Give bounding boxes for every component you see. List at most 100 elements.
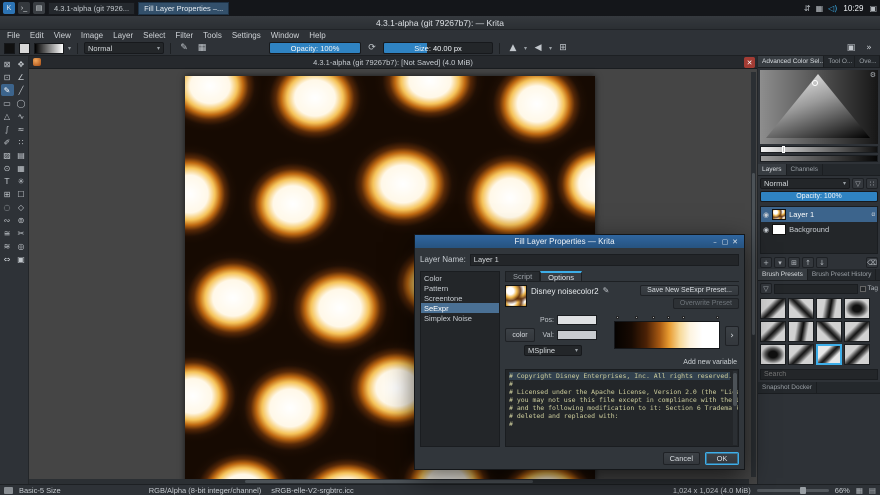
selection-display-icon[interactable]: ▦ [856, 486, 863, 495]
add-layer-icon[interactable]: + [760, 257, 772, 268]
tool-multibrush[interactable]: ∷ [15, 136, 28, 148]
layer-row-background[interactable]: ◉ Background [761, 222, 877, 237]
network-icon[interactable]: ⇵ [804, 4, 811, 13]
tool-select-contiguous[interactable]: ⊚ [15, 214, 28, 226]
menu-window[interactable]: Window [266, 31, 304, 40]
mirror-horizontal-icon[interactable]: ▲ [506, 42, 520, 54]
menu-select[interactable]: Select [138, 31, 170, 40]
tab-tool-options[interactable]: Tool O... [824, 56, 855, 67]
gradient-ramp[interactable] [614, 321, 720, 349]
scrollbar-thumb[interactable] [733, 373, 737, 406]
foreground-color-swatch[interactable] [4, 43, 15, 54]
menu-tools[interactable]: Tools [198, 31, 227, 40]
tab-overview[interactable]: Ove... [855, 56, 880, 67]
brush-preset-item[interactable] [760, 344, 786, 365]
tool-dynamic-brush[interactable]: ✐ [1, 136, 14, 148]
tab-options[interactable]: Options [540, 271, 582, 281]
menu-file[interactable]: File [2, 31, 25, 40]
tray-grid-icon[interactable]: ▦ [816, 4, 824, 13]
tool-polygon[interactable]: △ [1, 110, 14, 122]
tab-layers[interactable]: Layers [758, 164, 787, 175]
choose-workspace-icon[interactable]: ▣ [844, 42, 858, 54]
scrollbar-thumb[interactable] [245, 480, 533, 483]
script-scrollbar[interactable] [733, 371, 737, 445]
edit-brush-settings-icon[interactable]: ✎ [177, 42, 191, 54]
tab-advanced-color-selector[interactable]: Advanced Color Sel... [758, 56, 824, 67]
generator-option-seexpr[interactable]: SeExpr [421, 303, 499, 313]
tab-channels[interactable]: Channels [787, 164, 823, 175]
tool-transform[interactable]: ⊠ [1, 58, 14, 70]
brush-preset-item[interactable] [844, 321, 870, 342]
brush-preview-icon[interactable] [4, 487, 13, 494]
brush-preset-item[interactable] [760, 321, 786, 342]
generator-option-pattern[interactable]: Pattern [421, 283, 499, 293]
gear-icon[interactable]: ⚙ [870, 71, 876, 79]
tool-crop[interactable]: ⊡ [1, 71, 14, 83]
tab-snapshot-docker[interactable]: Snapshot Docker [758, 382, 817, 393]
canvas-vertical-scrollbar[interactable] [751, 72, 756, 477]
zoom-level[interactable]: 66% [835, 486, 850, 495]
tab-script[interactable]: Script [505, 271, 540, 281]
tool-select-magnetic[interactable]: ≋ [1, 240, 14, 252]
mirror-vertical-icon[interactable]: ◀ [531, 42, 545, 54]
minimize-icon[interactable]: – [710, 238, 720, 246]
visibility-eye-icon[interactable]: ◉ [763, 226, 769, 234]
generator-option-color[interactable]: Color [421, 273, 499, 283]
brush-preset-item[interactable] [844, 344, 870, 365]
tool-select-bezier[interactable]: ✂ [15, 227, 28, 239]
cancel-button[interactable]: Cancel [663, 452, 700, 465]
tool-text[interactable]: T [1, 175, 14, 187]
volume-icon[interactable]: ◁) [828, 4, 837, 13]
close-icon[interactable]: ✕ [730, 238, 740, 246]
reload-preset-icon[interactable]: ⟳ [365, 42, 379, 54]
preset-thumbnail[interactable] [505, 285, 527, 307]
statusbar-colorspace[interactable]: RGB/Alpha (8-bit integer/channel) [149, 486, 262, 495]
tool-zoom[interactable]: ◎ [15, 240, 28, 252]
pos-input[interactable] [557, 315, 597, 325]
tool-ellipse[interactable]: ◯ [15, 97, 28, 109]
color-button[interactable]: color [505, 328, 535, 342]
color-selector-square[interactable] [760, 70, 878, 144]
generator-option-screentone[interactable]: Screentone [421, 293, 499, 303]
tool-reference-images[interactable]: ▣ [15, 253, 28, 265]
save-new-preset-button[interactable]: Save New SeExpr Preset... [640, 285, 739, 296]
zoom-slider[interactable] [757, 489, 829, 492]
shade-selector-bar-1[interactable] [760, 146, 878, 153]
menu-edit[interactable]: Edit [25, 31, 49, 40]
interpolation-combo[interactable]: MSpline ▾ [524, 345, 582, 356]
memory-icon[interactable]: ▤ [869, 486, 876, 495]
tool-select-freehand[interactable]: ∾ [1, 214, 14, 226]
zoom-slider-knob[interactable] [800, 487, 806, 494]
val-input[interactable] [557, 330, 597, 340]
layer-opacity-slider[interactable]: Opacity: 100% [760, 191, 878, 202]
next-stop-arrow-icon[interactable]: › [725, 326, 739, 346]
tray-last-icon[interactable]: ▣ [869, 4, 877, 13]
tool-gradient[interactable]: ▤ [15, 149, 28, 161]
layer-blending-combo[interactable]: Normal ▾ [760, 178, 850, 189]
menu-layer[interactable]: Layer [108, 31, 138, 40]
tab-brush-presets[interactable]: Brush Presets [758, 269, 808, 280]
brush-preset-item[interactable] [788, 321, 814, 342]
preset-filter-input[interactable] [774, 284, 858, 294]
scrollbar-thumb[interactable] [752, 173, 755, 335]
tag-checkbox[interactable] [860, 286, 866, 292]
files-icon[interactable]: ▤ [33, 2, 45, 14]
tool-fill[interactable]: ▨ [1, 149, 14, 161]
visibility-eye-icon[interactable]: ◉ [763, 211, 769, 219]
layer-name-input[interactable] [470, 254, 739, 266]
tool-select-similar[interactable]: ≅ [1, 227, 14, 239]
menu-image[interactable]: Image [76, 31, 108, 40]
tab-brush-preset-history[interactable]: Brush Preset History [808, 269, 877, 280]
brush-preset-item[interactable] [788, 344, 814, 365]
maximize-icon[interactable]: ▢ [720, 238, 730, 246]
shade-selector-bar-2[interactable] [760, 155, 878, 162]
wrap-around-icon[interactable]: ⊞ [556, 42, 570, 54]
menu-help[interactable]: Help [304, 31, 330, 40]
brush-preset-item[interactable] [844, 298, 870, 319]
taskbar-window-krita[interactable]: 4.3.1-alpha (git 7926... [48, 2, 135, 15]
tool-pan[interactable]: ⇔ [1, 253, 14, 265]
preset-filter-icon[interactable]: ▽ [760, 283, 772, 294]
window-titlebar[interactable]: 4.3.1-alpha (git 79267b7): — Krita [0, 16, 880, 30]
brush-preset-item[interactable] [816, 321, 842, 342]
brush-presets-icon[interactable]: ▦ [195, 42, 209, 54]
